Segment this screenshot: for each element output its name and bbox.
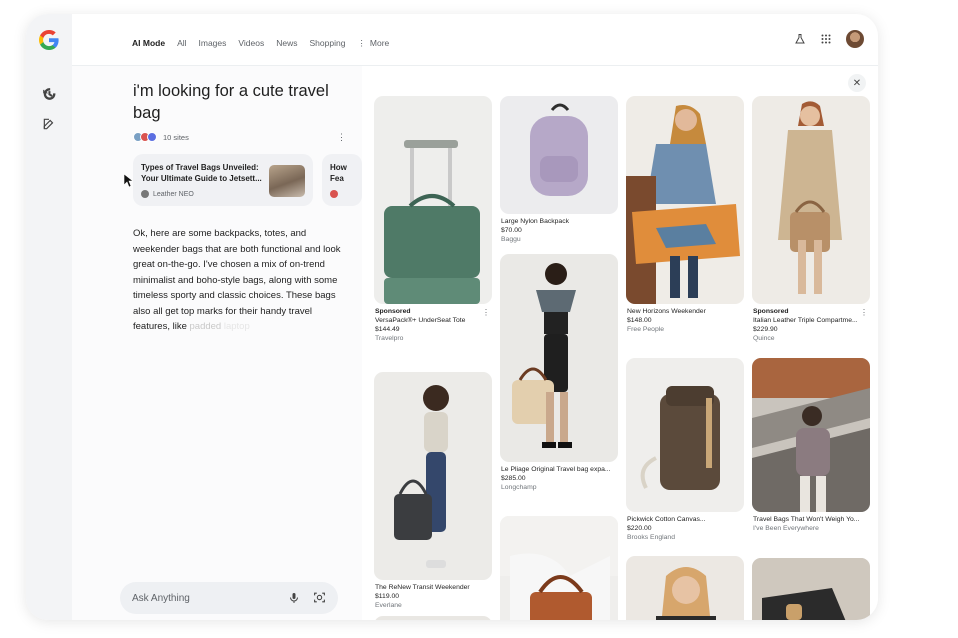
browser-window: AI Mode All Images Videos News Shopping … — [26, 14, 878, 620]
ask-placeholder: Ask Anything — [132, 592, 190, 604]
favicon-3 — [147, 132, 157, 142]
ai-answer: Ok, here are some backpacks, totes, and … — [133, 228, 341, 332]
ask-input[interactable]: Ask Anything — [120, 582, 338, 614]
product-image — [626, 96, 744, 304]
left-rail — [26, 14, 72, 620]
product-image — [752, 558, 870, 620]
tab-ai-mode[interactable]: AI Mode — [132, 38, 165, 49]
chat-panel: i'm looking for a cute travel bag 10 sit… — [72, 66, 362, 620]
sources-summary[interactable]: 10 sites — [133, 132, 189, 142]
product-image — [752, 358, 870, 512]
avatar[interactable] — [846, 30, 864, 48]
more-dots-icon: ⋮ — [357, 38, 366, 48]
tab-more-label: More — [369, 38, 390, 48]
product-meta: The ReNew Transit Weekender $119.00 Ever… — [375, 584, 470, 609]
google-logo[interactable] — [37, 28, 61, 52]
source-title: Types of Travel Bags Unveiled: Your Ulti… — [141, 163, 262, 183]
product-meta: Pickwick Cotton Canvas... $220.00 Brooks… — [627, 516, 706, 541]
product-card[interactable]: Travel Bags That Won't Weigh Yo... I've … — [752, 358, 870, 533]
product-meta: Travel Bags That Won't Weigh Yo... I've … — [753, 516, 860, 532]
product-card[interactable]: Le Pliage Original Travel bag expa... $2… — [500, 254, 618, 492]
product-image — [500, 516, 618, 620]
source-card[interactable]: Types of Travel Bags Unveiled: Your Ulti… — [133, 154, 313, 206]
product-card[interactable]: The ReNew Transit Weekender $119.00 Ever… — [374, 372, 492, 610]
site-favicon-icon — [141, 190, 149, 198]
product-card[interactable] — [500, 516, 618, 620]
product-more-icon[interactable]: ⋮ — [860, 308, 868, 317]
close-icon: ✕ — [852, 77, 862, 89]
product-image — [500, 96, 618, 214]
product-image — [626, 556, 744, 620]
tab-news[interactable]: News — [276, 38, 297, 49]
close-gallery-button[interactable]: ✕ — [848, 74, 866, 92]
source-card[interactable]: How Fea — [322, 154, 362, 206]
product-image — [374, 372, 492, 580]
site-favicon-icon — [330, 190, 338, 198]
product-card[interactable]: Pickwick Cotton Canvas... $220.00 Brooks… — [626, 358, 744, 542]
product-image — [752, 96, 870, 304]
source-thumbnail — [269, 165, 305, 197]
mouse-cursor — [124, 174, 133, 188]
product-card[interactable]: Sponsored VersaPack®+ UnderSeat Tote $14… — [374, 96, 492, 343]
history-icon[interactable] — [39, 84, 59, 104]
product-image — [374, 616, 492, 620]
tab-shopping[interactable]: Shopping — [310, 38, 346, 49]
search-tabs: AI Mode All Images Videos News Shopping … — [132, 38, 401, 49]
site-favicons — [133, 132, 157, 142]
product-meta: New Horizons Weekender $148.00 Free Peop… — [627, 308, 706, 333]
product-card[interactable] — [626, 556, 744, 620]
product-card[interactable] — [374, 616, 492, 620]
source-title: How Fea — [330, 163, 347, 183]
user-query: i'm looking for a cute travel bag — [133, 82, 329, 122]
apps-grid-icon[interactable] — [820, 33, 832, 45]
labs-flask-icon[interactable] — [794, 33, 806, 45]
sources-more-icon[interactable]: ⋮ — [337, 132, 346, 143]
product-meta: Sponsored VersaPack®+ UnderSeat Tote $14… — [375, 308, 466, 342]
top-icons — [794, 30, 864, 48]
product-card[interactable] — [752, 558, 870, 620]
product-meta: Sponsored Italian Leather Triple Compart… — [753, 308, 858, 342]
tab-videos[interactable]: Videos — [238, 38, 264, 49]
product-card[interactable]: New Horizons Weekender $148.00 Free Peop… — [626, 96, 744, 334]
mic-icon[interactable] — [288, 591, 300, 605]
product-gallery: ✕ Sponsored VersaPack®+ UnderSeat Tote $… — [362, 66, 878, 620]
new-chat-icon[interactable] — [39, 114, 59, 134]
product-more-icon[interactable]: ⋮ — [482, 308, 490, 317]
product-image — [374, 96, 492, 304]
source-site — [330, 190, 362, 198]
product-card[interactable]: Sponsored Italian Leather Triple Compart… — [752, 96, 870, 343]
product-meta: Large Nylon Backpack $70.00 Baggu — [501, 218, 570, 243]
source-site-name: Leather NEO — [153, 190, 194, 198]
lens-camera-icon[interactable] — [313, 591, 326, 604]
top-bar: AI Mode All Images Videos News Shopping … — [72, 14, 878, 66]
product-meta: Le Pliage Original Travel bag expa... $2… — [501, 466, 611, 491]
tab-images[interactable]: Images — [199, 38, 227, 49]
sites-count: 10 sites — [163, 132, 189, 142]
tab-all[interactable]: All — [177, 38, 186, 49]
product-image — [500, 254, 618, 462]
product-image — [626, 358, 744, 512]
product-card[interactable]: Large Nylon Backpack $70.00 Baggu — [500, 96, 618, 244]
tab-more[interactable]: ⋮ More — [357, 38, 389, 49]
